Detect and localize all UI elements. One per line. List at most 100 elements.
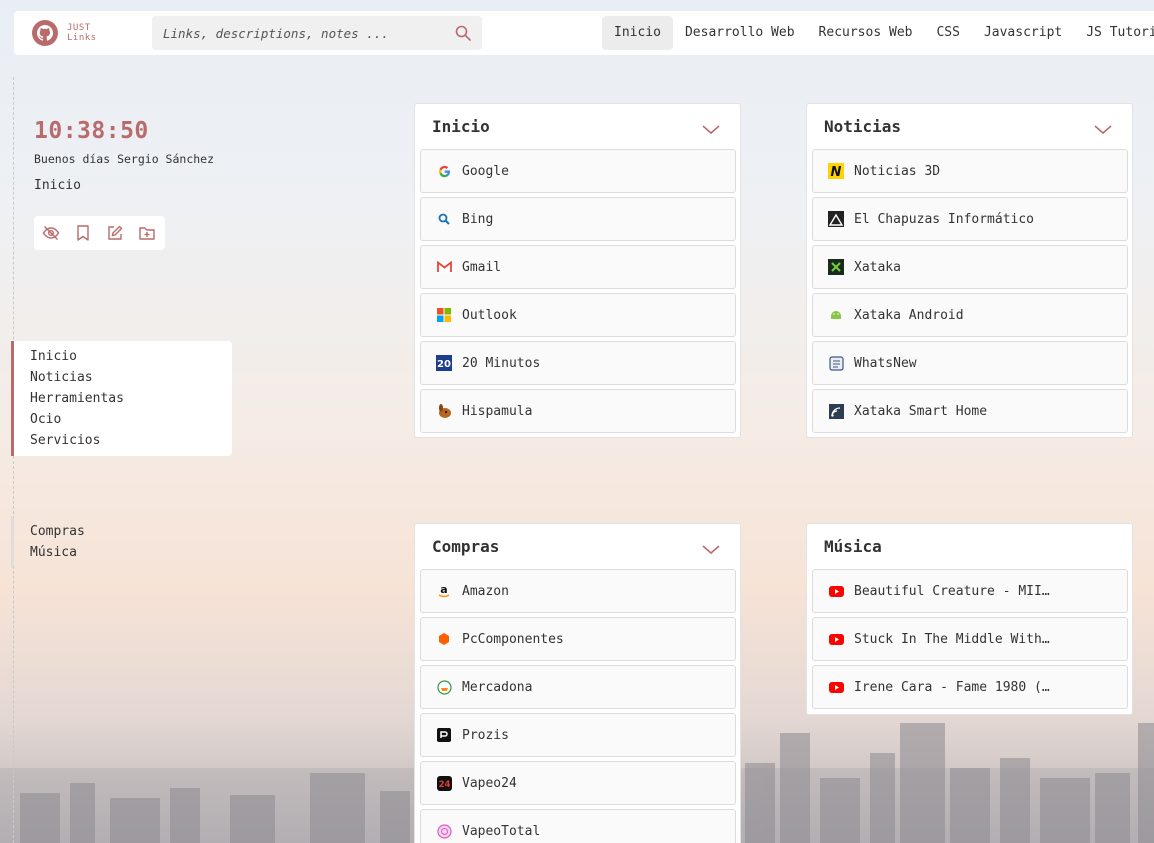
link-bing[interactable]: Bing xyxy=(420,197,736,241)
prozis-icon xyxy=(436,727,452,743)
category-item-servicios[interactable]: Servicios xyxy=(30,430,124,451)
top-nav: Inicio Desarrollo Web Recursos Web CSS J… xyxy=(602,16,1154,50)
n3d-icon: N xyxy=(828,163,844,179)
link-mercadona[interactable]: Mercadona xyxy=(420,665,736,709)
clock: 10:38:50 xyxy=(34,118,149,144)
link-gmail[interactable]: Gmail xyxy=(420,245,736,289)
link-noticias-3d[interactable]: N Noticias 3D xyxy=(812,149,1128,193)
chevron-down-icon[interactable] xyxy=(1094,120,1112,139)
add-folder-icon[interactable] xyxy=(138,224,156,242)
bookmark-icon[interactable] xyxy=(74,224,92,242)
logo-line1: JUST xyxy=(67,23,91,33)
top-header: JUST Links Inicio Desarrollo Web Recurso… xyxy=(14,11,1154,55)
search-icon[interactable] xyxy=(455,25,471,45)
link-label: Outlook xyxy=(462,307,517,323)
youtube-icon xyxy=(828,583,844,599)
link-label: Xataka Smart Home xyxy=(854,403,988,419)
link-google[interactable]: Google xyxy=(420,149,736,193)
svg-text:N: N xyxy=(831,165,842,179)
youtube-icon xyxy=(828,679,844,695)
nav-item-inicio[interactable]: Inicio xyxy=(602,16,673,50)
link-xataka-smart-home[interactable]: Xataka Smart Home xyxy=(812,389,1128,433)
search-input[interactable] xyxy=(163,25,453,41)
link-label: Irene Cara - Fame 1980 (… xyxy=(854,679,1050,695)
mercadona-icon xyxy=(436,679,452,695)
link-label: Mercadona xyxy=(462,679,533,695)
chapuzas-icon xyxy=(828,211,844,227)
link-label: Prozis xyxy=(462,727,509,743)
hide-icon[interactable] xyxy=(42,224,60,242)
link-whatsnew[interactable]: WhatsNew xyxy=(812,341,1128,385)
greeting: Buenos días Sergio Sánchez xyxy=(34,152,215,166)
link-hispamula[interactable]: Hispamula xyxy=(420,389,736,433)
category-list-main: Inicio Noticias Herramientas Ocio Servic… xyxy=(30,346,124,451)
nav-item-js-tutoria[interactable]: JS Tutoria xyxy=(1074,16,1154,50)
link-el-chapuzas[interactable]: El Chapuzas Informático xyxy=(812,197,1128,241)
link-prozis[interactable]: Prozis xyxy=(420,713,736,757)
category-item-inicio[interactable]: Inicio xyxy=(30,346,124,367)
youtube-icon xyxy=(828,631,844,647)
card-title: Compras xyxy=(432,537,500,556)
link-label: 20 Minutos xyxy=(462,355,541,371)
search-box xyxy=(152,16,482,50)
nav-item-recursos-web[interactable]: Recursos Web xyxy=(807,16,925,50)
nav-item-desarrollo-web[interactable]: Desarrollo Web xyxy=(673,16,807,50)
category-item-musica[interactable]: Música xyxy=(30,542,85,563)
link-youtube-3[interactable]: Irene Cara - Fame 1980 (… xyxy=(812,665,1128,709)
20-minutos-icon: 20 xyxy=(436,355,452,371)
card-title: Música xyxy=(824,537,882,556)
category-item-compras[interactable]: Compras xyxy=(30,521,85,542)
link-label: Amazon xyxy=(462,583,509,599)
vapeototal-icon xyxy=(436,823,452,839)
nav-item-css[interactable]: CSS xyxy=(924,16,971,50)
category-list-secondary: Compras Música xyxy=(30,521,85,563)
card-title: Noticias xyxy=(824,117,902,136)
github-icon xyxy=(32,20,58,46)
link-label: PcComponentes xyxy=(462,631,564,647)
link-label: VapeoTotal xyxy=(462,823,541,839)
category-item-noticias[interactable]: Noticias xyxy=(30,367,124,388)
link-label: Beautiful Creature - MII… xyxy=(854,583,1050,599)
link-outlook[interactable]: Outlook xyxy=(420,293,736,337)
link-vapeo24[interactable]: 24 Vapeo24 xyxy=(420,761,736,805)
link-label: Xataka xyxy=(854,259,901,275)
card-inicio: Inicio Google Bing Gmail Outlook 20 20 M… xyxy=(414,103,741,438)
link-amazon[interactable]: a Amazon xyxy=(420,569,736,613)
chevron-down-icon[interactable] xyxy=(702,540,720,559)
link-label: Hispamula xyxy=(462,403,533,419)
mule-icon xyxy=(436,403,452,419)
link-xataka[interactable]: Xataka xyxy=(812,245,1128,289)
logo[interactable]: JUST Links xyxy=(32,20,152,46)
link-xataka-android[interactable]: Xataka Android xyxy=(812,293,1128,337)
link-vapeototal[interactable]: VapeoTotal xyxy=(420,809,736,843)
action-toolbar xyxy=(34,216,165,250)
category-item-herramientas[interactable]: Herramientas xyxy=(30,388,124,409)
card-musica: Música Beautiful Creature - MII… Stuck I… xyxy=(806,523,1133,715)
xataka-icon xyxy=(828,259,844,275)
category-item-ocio[interactable]: Ocio xyxy=(30,409,124,430)
link-label: Gmail xyxy=(462,259,502,275)
link-youtube-2[interactable]: Stuck In The Middle With… xyxy=(812,617,1128,661)
link-youtube-1[interactable]: Beautiful Creature - MII… xyxy=(812,569,1128,613)
gmail-icon xyxy=(436,259,452,275)
link-label: WhatsNew xyxy=(854,355,917,371)
svg-text:a: a xyxy=(440,584,447,596)
link-20-minutos[interactable]: 20 20 Minutos xyxy=(420,341,736,385)
android-icon xyxy=(828,307,844,323)
google-icon xyxy=(436,163,452,179)
chevron-down-icon[interactable] xyxy=(702,120,720,139)
edit-icon[interactable] xyxy=(106,224,124,242)
link-label: Xataka Android xyxy=(854,307,964,323)
smart-home-icon xyxy=(828,403,844,419)
sidebar-divider xyxy=(13,77,14,843)
link-label: Noticias 3D xyxy=(854,163,941,179)
card-title: Inicio xyxy=(432,117,490,136)
link-pccomponentes[interactable]: PcComponentes xyxy=(420,617,736,661)
svg-text:24: 24 xyxy=(438,780,450,790)
category-group-secondary xyxy=(11,516,14,568)
amazon-icon: a xyxy=(436,583,452,599)
bing-search-icon xyxy=(436,211,452,227)
nav-item-javascript[interactable]: Javascript xyxy=(972,16,1074,50)
link-label: Google xyxy=(462,163,509,179)
link-label: Bing xyxy=(462,211,494,227)
